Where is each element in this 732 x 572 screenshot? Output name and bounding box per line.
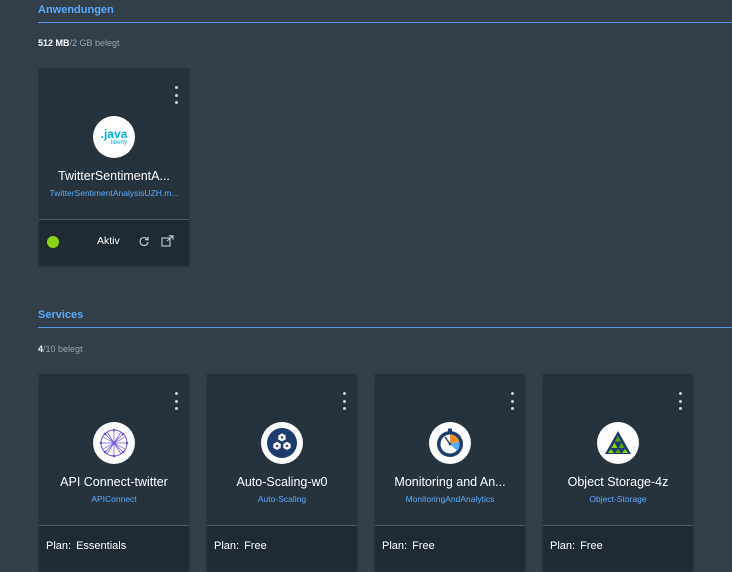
app-status: Aktiv [97,235,120,247]
service-name[interactable]: Auto-Scaling-w0 [213,475,351,489]
service-name[interactable]: Monitoring and An... [381,475,519,489]
java-logo-text: .java [100,127,128,141]
monitoring-icon [429,422,471,464]
plan-value: Essentials [76,540,127,552]
service-plan: Plan: Free [382,540,435,552]
app-card-footer: Aktiv [39,220,189,265]
service-plan: Plan: Free [214,540,267,552]
service-overflow-menu-icon[interactable] [677,392,683,410]
service-overflow-menu-icon[interactable] [509,392,515,410]
app-overflow-menu-icon[interactable] [173,86,179,104]
plan-value: Free [244,540,267,552]
status-indicator-icon [47,236,59,248]
service-type-link[interactable]: MonitoringAndAnalytics [381,494,519,504]
auto-scaling-icon [261,422,303,464]
apps-usage-total: 2 GB belegt [72,38,120,48]
service-type-link[interactable]: APIConnect [45,494,183,504]
services-usage-total: 10 belegt [45,344,83,354]
service-card-footer: Plan: Free [375,526,525,571]
service-card[interactable]: API Connect-twitter APIConnect Plan: Esse… [39,374,189,571]
service-card-footer: Plan: Free [543,526,693,571]
app-card[interactable]: .java liberty TwitterSentimentA... Twitt… [39,68,189,265]
service-card-footer: Plan: Essentials [39,526,189,571]
apps-section-title: Anwendungen [38,4,114,16]
plan-value: Free [412,540,435,552]
service-plan: Plan: Essentials [46,540,126,552]
apps-usage-used: 512 MB [38,38,70,48]
open-url-icon[interactable] [161,234,174,252]
service-type-link[interactable]: Auto-Scaling [213,494,351,504]
plan-label: Plan: [46,540,72,552]
services-section-title: Services [38,309,84,321]
app-name[interactable]: TwitterSentimentA... [45,169,183,183]
java-liberty-icon: .java liberty [93,116,135,158]
service-card-footer: Plan: Free [207,526,357,571]
service-overflow-menu-icon[interactable] [173,392,179,410]
api-connect-icon [93,422,135,464]
service-overflow-menu-icon[interactable] [341,392,347,410]
restart-icon[interactable] [138,234,150,252]
plan-label: Plan: [550,540,576,552]
service-card[interactable]: Auto-Scaling-w0 Auto-Scaling Plan: Free [207,374,357,571]
liberty-logo-text: liberty [110,140,127,146]
app-route-link[interactable]: TwitterSentimentAnalysisUZH.m... [45,188,183,198]
apps-section-header: Anwendungen [38,4,732,23]
plan-label: Plan: [382,540,408,552]
service-type-link[interactable]: Object-Storage [549,494,687,504]
service-name[interactable]: Object Storage-4z [549,475,687,489]
services-usage: 4/10 belegt [38,344,83,354]
service-name[interactable]: API Connect-twitter [45,475,183,489]
service-card[interactable]: Object Storage-4z Object-Storage Plan: Fr… [543,374,693,571]
services-section-header: Services [38,309,732,328]
object-storage-icon [597,422,639,464]
service-plan: Plan: Free [550,540,603,552]
plan-label: Plan: [214,540,240,552]
apps-usage: 512 MB/2 GB belegt [38,38,120,48]
service-card[interactable]: Monitoring and An... MonitoringAndAnalyt… [375,374,525,571]
plan-value: Free [580,540,603,552]
